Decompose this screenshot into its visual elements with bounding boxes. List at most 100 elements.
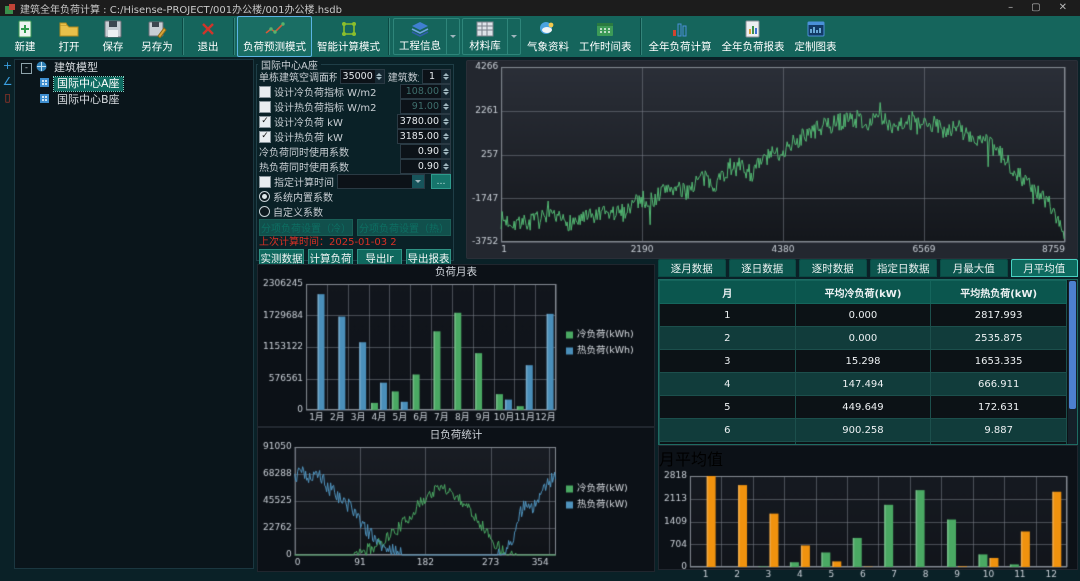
titlebar: 建筑全年负荷计算 : C:/Hisense-PROJECT/001办公楼/001… [0, 0, 1080, 16]
tab-2[interactable]: 逐时数据 [799, 259, 867, 277]
spinner-arrows-icon[interactable] [441, 70, 450, 83]
value-spinner[interactable]: 0.90 [400, 159, 451, 174]
dropdown-arrow-icon[interactable] [446, 19, 459, 54]
value-spinner[interactable]: 108.00 [400, 84, 451, 99]
table-row[interactable]: 10.0002817.993 [660, 304, 1067, 327]
tab-4[interactable]: 月最大值 [940, 259, 1008, 277]
value-spinner[interactable]: 0.90 [400, 144, 451, 159]
spinner-arrows-icon[interactable] [441, 115, 450, 128]
spinner-arrows-icon[interactable] [375, 70, 384, 83]
open-folder-icon [59, 20, 79, 39]
table-scrollbar-thumb[interactable] [1069, 281, 1076, 409]
edit-icon[interactable]: ∠ [2, 76, 13, 88]
maximize-button[interactable]: ▢ [1031, 0, 1040, 16]
table-column-header: 平均冷负荷(kW) [795, 281, 931, 304]
spinner-arrows-icon[interactable] [441, 85, 450, 98]
calc-time-select[interactable] [337, 174, 425, 189]
table-row[interactable]: 4147.494666.911 [660, 373, 1067, 396]
main-area: +∠▯ - 建筑模型 国际中心A座国际中心B座 国际中心A座 单栋建筑空调面积 … [0, 57, 1080, 573]
dropdown-arrow-icon[interactable] [507, 19, 520, 54]
table-cell: 900.258 [795, 419, 931, 442]
checkbox[interactable]: ✓ [259, 131, 271, 143]
weather-data-button[interactable]: 气象资料 [522, 16, 574, 57]
toolbar-button-label: 全年负荷计算 [649, 39, 712, 54]
table-cell: 15.298 [795, 350, 931, 373]
spinner-arrows-icon[interactable] [441, 145, 450, 158]
tab-0[interactable]: 逐月数据 [658, 259, 726, 277]
annual-calc-button[interactable]: 全年负荷计算 [644, 16, 717, 57]
monthly-average-table: 月平均冷负荷(kW)平均热负荷(kW)10.0002817.99320.0002… [658, 279, 1078, 445]
value-spinner[interactable]: 91.00 [400, 99, 451, 114]
form-field-label: 设计冷负荷 kW [274, 114, 343, 129]
count-label: 建筑数量 [388, 69, 419, 84]
table-cell: 2535.875 [931, 327, 1067, 350]
save-as-button[interactable]: 另存为 [135, 16, 179, 57]
toolbar-button-label: 工作时间表 [579, 39, 632, 54]
calc-time-browse-button[interactable]: … [431, 174, 451, 189]
table-row[interactable]: 20.0002535.875 [660, 327, 1067, 350]
save-button[interactable]: 保存 [91, 16, 135, 57]
tab-3[interactable]: 指定日数据 [870, 259, 938, 277]
forecast-mode-button[interactable]: 负荷预测模式 [237, 16, 312, 57]
form-field-label: 热负荷同时使用系数 [259, 159, 349, 174]
checkbox[interactable] [259, 86, 271, 98]
form-row: 设计冷负荷指标 W/m2 108.00 [259, 84, 451, 99]
minimize-button[interactable]: – [1008, 0, 1013, 16]
spinner-arrows-icon[interactable] [441, 160, 450, 173]
new-document-button[interactable]: 新建 [3, 16, 47, 57]
annual-hourly-load-chart-panel [466, 60, 1078, 259]
form-title: 国际中心A座 [258, 57, 321, 72]
save-icon [104, 20, 122, 39]
area-input[interactable]: 35000 [340, 69, 385, 84]
tree-item[interactable]: 国际中心A座 [15, 76, 253, 92]
builtin-coef-radio[interactable] [259, 191, 270, 202]
spinner-arrows-icon[interactable] [441, 130, 450, 143]
toolbar-button-label: 新建 [15, 39, 36, 54]
tree-root[interactable]: - 建筑模型 [15, 60, 253, 76]
building-count-input[interactable]: 1 [422, 69, 451, 84]
value-spinner[interactable]: 3185.00 [397, 129, 451, 144]
table-column-header: 平均热负荷(kW) [931, 281, 1067, 304]
exit-button[interactable]: 退出 [186, 16, 230, 57]
table-row[interactable]: 6900.2589.887 [660, 419, 1067, 442]
table-row[interactable]: 315.2981653.335 [660, 350, 1067, 373]
custom-coef-radio[interactable] [259, 206, 270, 217]
form-field-label: 设计冷负荷指标 W/m2 [274, 84, 377, 99]
material-library-button[interactable]: 材料库 [463, 19, 507, 54]
form-row: 热负荷同时使用系数 0.90 [259, 159, 451, 174]
toolbar-separator [182, 18, 183, 55]
new-document-icon [16, 20, 34, 39]
add-icon[interactable]: + [2, 60, 13, 72]
table-scrollbar[interactable] [1068, 280, 1077, 444]
work-schedule-button[interactable]: 工作时间表 [574, 16, 637, 57]
data-tabs: 逐月数据逐日数据逐时数据指定日数据月最大值月平均值 [658, 259, 1078, 277]
delete-icon[interactable]: ▯ [2, 92, 13, 104]
dropdown-arrow-icon[interactable] [412, 175, 424, 188]
value-spinner[interactable]: 3780.00 [397, 114, 451, 129]
checkbox[interactable] [259, 101, 271, 113]
expander-icon[interactable]: - [21, 63, 32, 74]
checkbox[interactable]: ✓ [259, 116, 271, 128]
close-button[interactable]: ✕ [1059, 0, 1067, 16]
table-cell: 1 [660, 304, 796, 327]
open-folder-button[interactable]: 打开 [47, 16, 91, 57]
tab-1[interactable]: 逐日数据 [729, 259, 797, 277]
component-load-settings-button: 分项负荷设置（冷） [259, 219, 353, 236]
tree-root-label[interactable]: 建筑模型 [51, 61, 101, 75]
table-row[interactable]: 5449.649172.631 [660, 396, 1067, 419]
tree-item-label[interactable]: 国际中心B座 [54, 93, 123, 107]
smart-calc-button[interactable]: 智能计算模式 [312, 16, 385, 57]
calc-time-checkbox[interactable] [259, 176, 271, 188]
toolbar-button-label: 保存 [103, 39, 124, 54]
spinner-arrows-icon[interactable] [441, 100, 450, 113]
building-parameters-form: 国际中心A座 单栋建筑空调面积 m2 35000 建筑数量 1 设计冷负荷指标 … [256, 57, 456, 261]
custom-chart-button[interactable]: 定制图表 [790, 16, 842, 57]
project-info-button[interactable]: 工程信息 [394, 19, 446, 54]
tree-item[interactable]: 国际中心B座 [15, 92, 253, 108]
work-schedule-icon [596, 20, 614, 39]
monthly-chart-title: 负荷月表 [258, 265, 654, 278]
smart-calc-icon [340, 20, 358, 39]
annual-report-button[interactable]: 全年负荷报表 [717, 16, 790, 57]
tab-5[interactable]: 月平均值 [1011, 259, 1079, 277]
tree-item-label[interactable]: 国际中心A座 [54, 77, 123, 91]
